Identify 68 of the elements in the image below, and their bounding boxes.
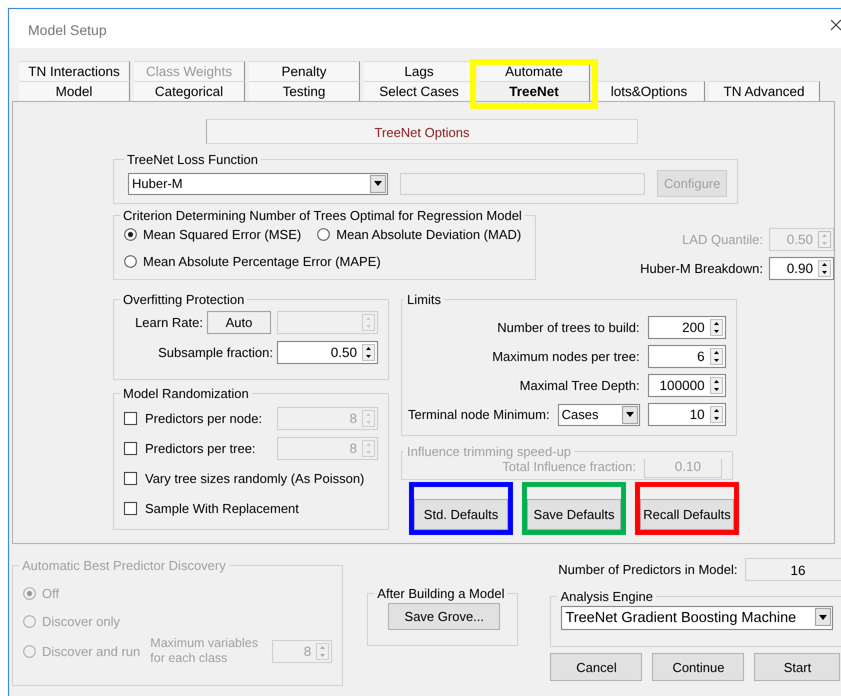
- dropdown[interactable]: Cases: [558, 404, 640, 426]
- number-field[interactable]: 0.50: [277, 341, 378, 364]
- number-field[interactable]: 0.90: [769, 257, 834, 280]
- checkbox-option[interactable]: Vary tree sizes randomly (As Poisson): [124, 470, 364, 486]
- field-label: Subsample fraction:: [158, 345, 273, 360]
- auto-button[interactable]: Auto: [207, 311, 271, 334]
- spinner-arrows-icon: [710, 348, 723, 365]
- checkbox-option[interactable]: Predictors per node:: [124, 410, 262, 426]
- spinner-arrows-icon: [710, 377, 723, 394]
- group-title: Influence trimming speed-up: [406, 445, 572, 459]
- field-label: Maximal Tree Depth:: [520, 378, 640, 393]
- radio-option[interactable]: Mean Absolute Percentage Error (MAPE): [124, 254, 381, 269]
- group-title: After Building a Model: [376, 586, 506, 601]
- tab[interactable]: Penalty: [249, 61, 360, 81]
- group-title: Criterion Determining Number of Trees Optimal for Regression Model: [122, 208, 523, 223]
- defaults-button[interactable]: Save Defaults: [527, 499, 621, 530]
- number-field[interactable]: 10: [648, 403, 726, 426]
- number-field[interactable]: 100000: [648, 374, 726, 397]
- checkbox-option[interactable]: Predictors per tree:: [124, 440, 256, 456]
- field-label: Huber-M Breakdown:: [640, 261, 763, 276]
- radio-option[interactable]: Mean Squared Error (MSE): [124, 227, 302, 242]
- field-label: Terminal node Minimum:: [408, 407, 550, 422]
- group-title: TreeNet Loss Function: [126, 152, 260, 167]
- number-field[interactable]: [277, 311, 378, 334]
- save-grove-button[interactable]: Save Grove...: [388, 603, 500, 630]
- dialog-button[interactable]: Continue: [652, 653, 744, 681]
- spinner-arrows-icon: [362, 344, 375, 361]
- options-header: TreeNet Options: [206, 119, 638, 144]
- tab[interactable]: TN Interactions: [19, 61, 130, 81]
- field-label: Learn Rate:: [135, 315, 203, 330]
- window-title: Model Setup: [28, 22, 107, 38]
- spinner-arrows-icon: [818, 231, 831, 248]
- spinner-arrows-icon: [710, 319, 723, 336]
- spinner-arrows-icon: [316, 642, 330, 660]
- predictor-count: 16: [745, 558, 841, 581]
- tab[interactable]: TN Advanced: [709, 81, 820, 101]
- number-field[interactable]: 200: [648, 316, 726, 339]
- tab[interactable]: Categorical: [134, 81, 245, 101]
- field-label: Number of Predictors in Model:: [558, 562, 738, 577]
- spinner-arrows-icon: [362, 314, 375, 331]
- dialog-button[interactable]: Start: [754, 653, 840, 681]
- spinner-arrows-icon: [362, 440, 375, 456]
- tab[interactable]: TreeNet: [479, 81, 590, 101]
- dropdown[interactable]: TreeNet Gradient Boosting Machine: [561, 606, 834, 630]
- tab[interactable]: Model: [19, 81, 130, 101]
- field-label: LAD Quantile:: [682, 232, 763, 247]
- number-field[interactable]: 6: [648, 345, 726, 368]
- field-label: Number of trees to build:: [497, 320, 640, 335]
- group-title: Limits: [406, 292, 442, 307]
- text-field[interactable]: [400, 172, 645, 194]
- checkbox-option[interactable]: Sample With Replacement: [124, 500, 299, 516]
- spinner-arrows-icon: [710, 406, 723, 423]
- dialog-button[interactable]: Cancel: [550, 653, 642, 681]
- tab[interactable]: Testing: [249, 81, 360, 101]
- radio-option[interactable]: Mean Absolute Deviation (MAD): [317, 227, 522, 242]
- spinner-arrows-icon: [362, 410, 375, 426]
- group-title: Overfitting Protection: [122, 292, 246, 307]
- defaults-button[interactable]: Recall Defaults: [640, 499, 734, 530]
- group-title: Analysis Engine: [559, 589, 654, 604]
- close-icon[interactable]: [831, 19, 841, 31]
- field-label: Maximum variables for each class: [150, 636, 259, 666]
- dropdown[interactable]: Huber-M: [128, 172, 388, 194]
- group-title: Automatic Best Predictor Discovery: [21, 558, 227, 573]
- field-label: Maximum nodes per tree:: [492, 349, 640, 364]
- field-label: Total Influence fraction:: [502, 458, 636, 474]
- defaults-button[interactable]: Std. Defaults: [414, 499, 508, 530]
- spinner-arrows-icon: [818, 260, 831, 277]
- group-title: Model Randomization: [122, 386, 250, 401]
